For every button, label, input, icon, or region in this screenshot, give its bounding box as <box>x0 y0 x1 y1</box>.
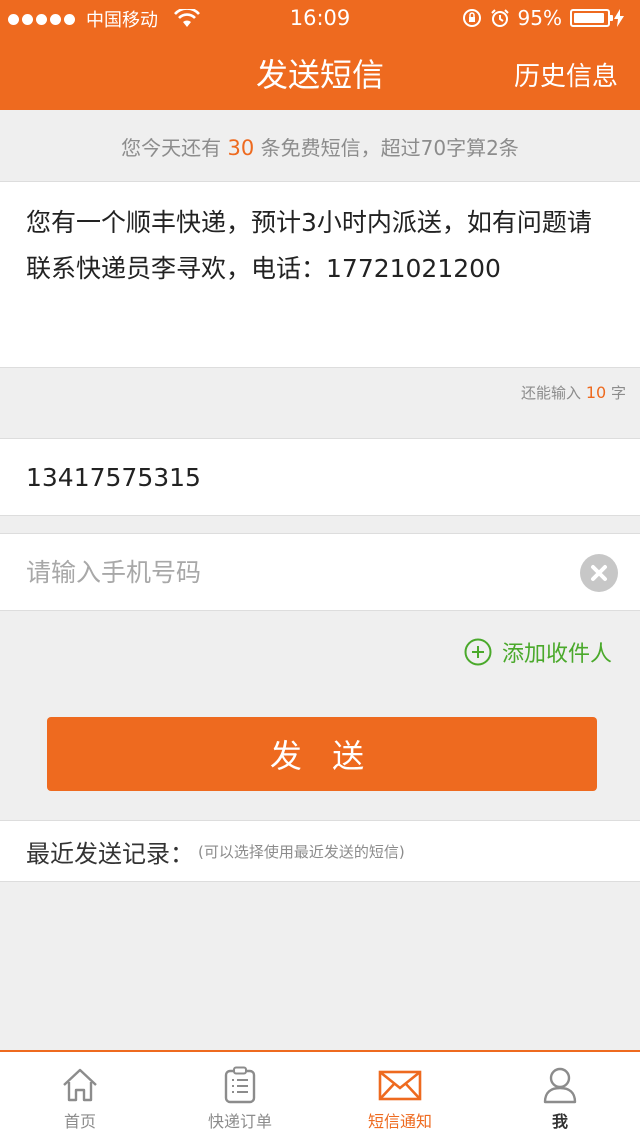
battery-percent: 95% <box>517 6 562 30</box>
close-icon <box>591 565 607 581</box>
quota-prefix: 您今天还有 <box>121 136 222 160</box>
tab-orders-label: 快递订单 <box>207 1112 272 1131</box>
tab-bar: 首页 快递订单 短信通知 我 <box>0 1050 640 1136</box>
recipient-phone-field[interactable]: 13417575315 <box>0 438 640 516</box>
home-icon <box>63 1068 97 1102</box>
tab-sms-label: 短信通知 <box>367 1112 432 1131</box>
status-bar: 中国移动 16:09 95% <box>0 0 640 40</box>
tab-orders[interactable]: 快递订单 <box>160 1052 320 1136</box>
tab-me-label: 我 <box>551 1112 568 1131</box>
phone-input[interactable] <box>26 557 546 587</box>
status-right: 95% <box>462 6 632 30</box>
free-sms-quota: 您今天还有 30 条免费短信，超过70字算2条 <box>0 110 640 182</box>
remaining-prefix: 还能输入 <box>521 384 582 402</box>
charging-bolt-icon <box>614 9 624 27</box>
quota-count: 30 <box>227 136 255 160</box>
remaining-count: 10 <box>585 383 607 402</box>
phone-input-row <box>0 533 640 611</box>
recent-records-row: 最近发送记录： (可以选择使用最近发送的短信) <box>0 820 640 882</box>
add-recipient-button[interactable]: 添加收件人 <box>464 636 612 668</box>
remaining-chars: 还能输入 10 字 <box>521 382 626 403</box>
rotation-lock-icon <box>462 9 481 27</box>
message-textarea[interactable]: 您有一个顺丰快递，预计3小时内派送，如有问题请联系快递员李寻欢，电话：17721… <box>0 181 640 368</box>
recent-title: 最近发送记录： <box>26 839 194 868</box>
remaining-suffix: 字 <box>610 384 626 402</box>
alarm-icon <box>490 9 509 27</box>
header: 中国移动 16:09 95% 发送短信 历史信息 <box>0 0 640 110</box>
battery-icon <box>570 9 613 27</box>
recent-hint: (可以选择使用最近发送的短信) <box>198 842 405 861</box>
tab-sms[interactable]: 短信通知 <box>320 1052 480 1136</box>
tab-me[interactable]: 我 <box>480 1052 640 1136</box>
tab-home-label: 首页 <box>63 1112 96 1131</box>
plus-circle-icon <box>464 638 492 666</box>
envelope-icon <box>378 1070 422 1101</box>
history-button[interactable]: 历史信息 <box>514 56 618 93</box>
tab-home[interactable]: 首页 <box>0 1052 160 1136</box>
send-button[interactable]: 发 送 <box>47 717 597 791</box>
add-recipient-label: 添加收件人 <box>501 642 612 667</box>
user-icon <box>543 1067 577 1104</box>
recipient-phone-value: 13417575315 <box>26 462 201 492</box>
clear-input-button[interactable] <box>580 554 618 592</box>
clipboard-icon <box>224 1066 256 1104</box>
quota-suffix: 条免费短信，超过70字算2条 <box>260 136 519 160</box>
